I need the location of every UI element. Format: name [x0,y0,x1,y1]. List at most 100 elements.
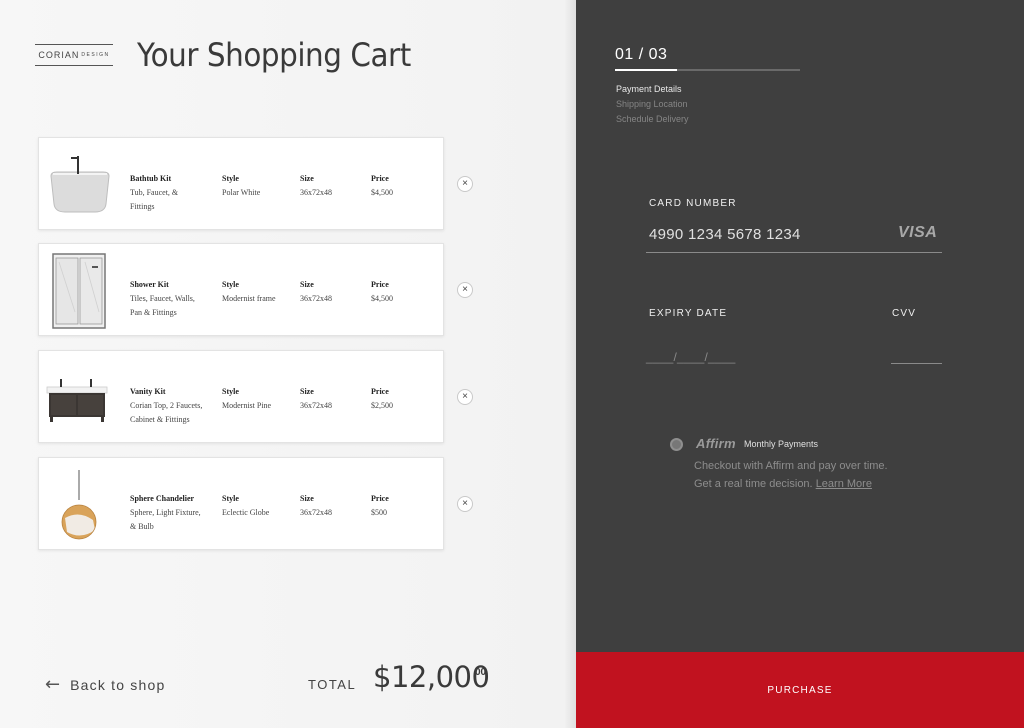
style-value: Modernist frame [222,294,276,303]
total-value: $12,000 [373,660,490,694]
affirm-desc-decision: Get a real time decision. Learn More [694,478,872,490]
style-label: Style [222,387,239,396]
price-value: $500 [371,508,387,517]
style-label: Style [222,174,239,183]
step-shipping-location[interactable]: Shipping Location [616,99,688,109]
chandelier-icon [55,470,105,542]
close-icon: × [462,284,468,295]
item-name: Shower Kit [130,280,169,289]
affirm-title: Monthly Payments [744,439,819,449]
item-style: Style Modernist frame [222,278,276,306]
card-number-input[interactable]: 4990 1234 5678 1234 [649,226,801,243]
item-info: Vanity Kit Corian Top, 2 Faucets, Cabine… [130,385,214,427]
style-label: Style [222,280,239,289]
close-icon: × [462,391,468,402]
card-number-label: CARD NUMBER [649,198,737,209]
size-label: Size [300,280,314,289]
item-desc: Sphere, Light Fixture, [130,508,201,517]
size-label: Size [300,494,314,503]
cart-item: Shower Kit Tiles, Faucet, Walls, Pan & F… [38,243,444,336]
price-value: $4,500 [371,188,393,197]
item-name: Sphere Chandelier [130,494,195,503]
size-label: Size [300,174,314,183]
step-schedule-delivery[interactable]: Schedule Delivery [616,114,689,124]
affirm-logo: Affirm [696,436,736,451]
price-label: Price [371,174,389,183]
step-counter: 01 / 03 [615,46,668,63]
shower-icon [51,252,107,330]
step-progress-bar [615,69,800,71]
close-icon: × [462,178,468,189]
remove-item-button[interactable]: × [457,389,473,405]
size-label: Size [300,387,314,396]
price-value: $4,500 [371,294,393,303]
step-payment-details[interactable]: Payment Details [616,84,682,94]
remove-item-button[interactable]: × [457,176,473,192]
item-size: Size 36x72x48 [300,172,332,200]
item-name: Vanity Kit [130,387,166,396]
expiry-date-input[interactable]: ____/____/____ [646,350,736,364]
item-name: Bathtub Kit [130,174,172,183]
close-icon: × [462,498,468,509]
cart-item: Sphere Chandelier Sphere, Light Fixture,… [38,457,444,550]
corian-design-logo[interactable]: CORIAN DESIGN [35,44,113,66]
logo-sub-text: DESIGN [81,52,110,58]
item-size: Size 36x72x48 [300,492,332,520]
cart-panel: CORIAN DESIGN Your Shopping Cart Bathtub… [0,0,576,728]
cvv-label: CVV [892,308,917,319]
back-to-shop-link[interactable]: ← Back to shop [45,676,165,694]
total-label: TOTAL [308,677,357,692]
size-value: 36x72x48 [300,401,332,410]
purchase-button[interactable]: PURCHASE [576,652,1024,728]
total-cents: 00 [475,667,487,678]
style-label: Style [222,494,239,503]
item-info: Shower Kit Tiles, Faucet, Walls, Pan & F… [130,278,214,320]
item-price: Price $4,500 [371,172,393,200]
price-label: Price [371,387,389,396]
item-desc: Fittings [130,202,155,211]
vanity-icon [45,373,109,423]
arrow-left-icon: ← [45,674,61,695]
item-info: Bathtub Kit Tub, Faucet, & Fittings [130,172,214,214]
expiry-date-label: EXPIRY DATE [649,308,728,319]
item-desc: Corian Top, 2 Faucets, [130,401,203,410]
learn-more-link[interactable]: Learn More [816,478,872,490]
item-style: Style Eclectic Globe [222,492,269,520]
style-value: Eclectic Globe [222,508,270,517]
back-to-shop-label: Back to shop [70,677,166,693]
checkout-panel: 01 / 03 Payment Details Shipping Locatio… [576,0,1024,652]
step-progress-fill [615,69,677,71]
item-price: Price $500 [371,492,389,520]
item-size: Size 36x72x48 [300,278,332,306]
price-label: Price [371,280,389,289]
purchase-label: PURCHASE [767,684,833,696]
item-desc: Tub, Faucet, & [130,188,179,197]
item-desc: Cabinet & Fittings [130,415,190,424]
logo-main-text: CORIAN [38,50,80,60]
card-number-underline [646,252,942,253]
cart-item: Bathtub Kit Tub, Faucet, & Fittings Styl… [38,137,444,230]
bathtub-icon [49,152,111,214]
item-style: Style Polar White [222,172,260,200]
remove-item-button[interactable]: × [457,496,473,512]
affirm-desc: Checkout with Affirm and pay over time. [694,460,888,472]
item-desc: Tiles, Faucet, Walls, [130,294,195,303]
style-value: Modernist Pine [222,401,272,410]
affirm-decision-text: Get a real time decision. [694,478,813,490]
size-value: 36x72x48 [300,294,332,303]
cart-item: Vanity Kit Corian Top, 2 Faucets, Cabine… [38,350,444,443]
item-desc: & Bulb [130,522,154,531]
affirm-radio[interactable] [670,438,683,451]
size-value: 36x72x48 [300,188,332,197]
remove-item-button[interactable]: × [457,282,473,298]
item-desc: Pan & Fittings [130,308,177,317]
size-value: 36x72x48 [300,508,332,517]
price-label: Price [371,494,389,503]
item-price: Price $2,500 [371,385,393,413]
price-value: $2,500 [371,401,393,410]
page-title: Your Shopping Cart [137,36,411,74]
cvv-input[interactable] [891,363,942,364]
item-style: Style Modernist Pine [222,385,271,413]
item-info: Sphere Chandelier Sphere, Light Fixture,… [130,492,214,534]
visa-icon: VISA [898,224,938,241]
